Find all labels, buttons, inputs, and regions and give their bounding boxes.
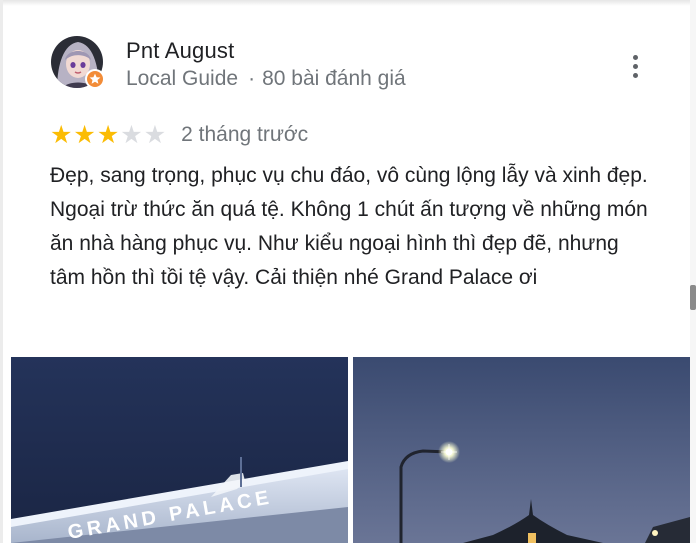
left-edge-border [0,0,3,543]
meta-separator: · [248,67,256,90]
review-count: 80 bài đánh giá [262,67,406,90]
scrollbar-track[interactable] [690,0,696,543]
author-meta: Local Guide · 80 bài đánh giá [126,67,406,91]
top-edge-shadow [0,0,696,6]
local-guide-label: Local Guide [126,67,239,90]
review-text: Đẹp, sang trọng, phục vụ chu đáo, vô cùn… [50,164,648,289]
author-name[interactable]: Pnt August [126,38,234,64]
stars: ★★★★★ [50,120,167,149]
star-outline-icon: ★ [120,120,143,149]
star-outline-icon: ★ [143,120,167,149]
avatar[interactable] [51,36,105,90]
star-rating: ★★★★★ 2 tháng trước [50,120,308,150]
review-photo-1[interactable]: GRAND PALACE [11,357,348,543]
more-vert-icon[interactable] [622,50,648,82]
more-dot [632,63,638,69]
more-dot [632,72,638,78]
local-guide-badge-icon [85,69,105,89]
star-icon: ★ [50,120,73,149]
star-icon: ★ [73,120,96,149]
scrollbar-thumb[interactable] [690,285,696,310]
review-photo-2[interactable] [353,357,690,543]
more-dot [632,54,638,60]
review-date: 2 tháng trước [181,123,309,146]
star-icon: ★ [96,120,120,149]
